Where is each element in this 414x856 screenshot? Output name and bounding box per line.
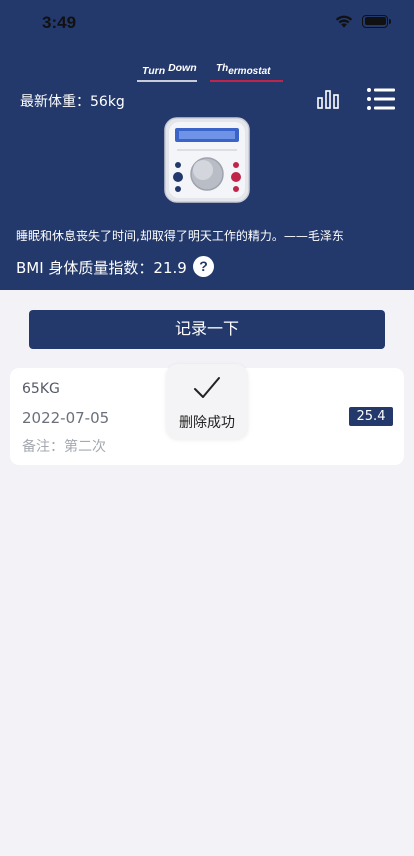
status-icons: [334, 14, 391, 28]
app-logo: Turn Down Thermostat: [0, 62, 414, 84]
help-icon[interactable]: ?: [193, 256, 214, 277]
battery-icon: [362, 14, 391, 28]
logo-underline-red: [210, 80, 283, 82]
record-bmi-badge: 25.4: [349, 407, 393, 426]
checkmark-icon: [194, 377, 220, 398]
record-date: 2022-07-05: [22, 409, 110, 427]
logo-turndown: Turn Down: [142, 62, 197, 77]
logo-thermostat: Thermostat: [216, 63, 271, 77]
status-time: 3:49: [42, 13, 77, 32]
toast-notification: 删除成功: [166, 364, 248, 439]
motivational-quote: 睡眠和休息丧失了时间,却取得了明天工作的精力。——毛泽东: [16, 229, 344, 243]
record-note: 备注：第二次: [22, 439, 106, 455]
bar-chart-icon[interactable]: [316, 89, 340, 109]
latest-weight: 最新体重：56kg: [20, 94, 125, 110]
toast-message: 删除成功: [179, 415, 235, 431]
header: 3:49 Turn Down Thermostat 最新体重：56kg 睡眠和休…: [0, 0, 414, 290]
bmi-value: BMI 身体质量指数：21.9: [16, 259, 187, 277]
list-menu-icon[interactable]: [366, 87, 396, 111]
record-weight: 65KG: [22, 381, 60, 397]
record-button[interactable]: 记录一下: [29, 310, 385, 349]
status-bar: 3:49: [0, 0, 414, 46]
wifi-icon: [335, 15, 353, 28]
thermostat-device-icon: [164, 117, 250, 203]
logo-underline: [137, 80, 197, 82]
